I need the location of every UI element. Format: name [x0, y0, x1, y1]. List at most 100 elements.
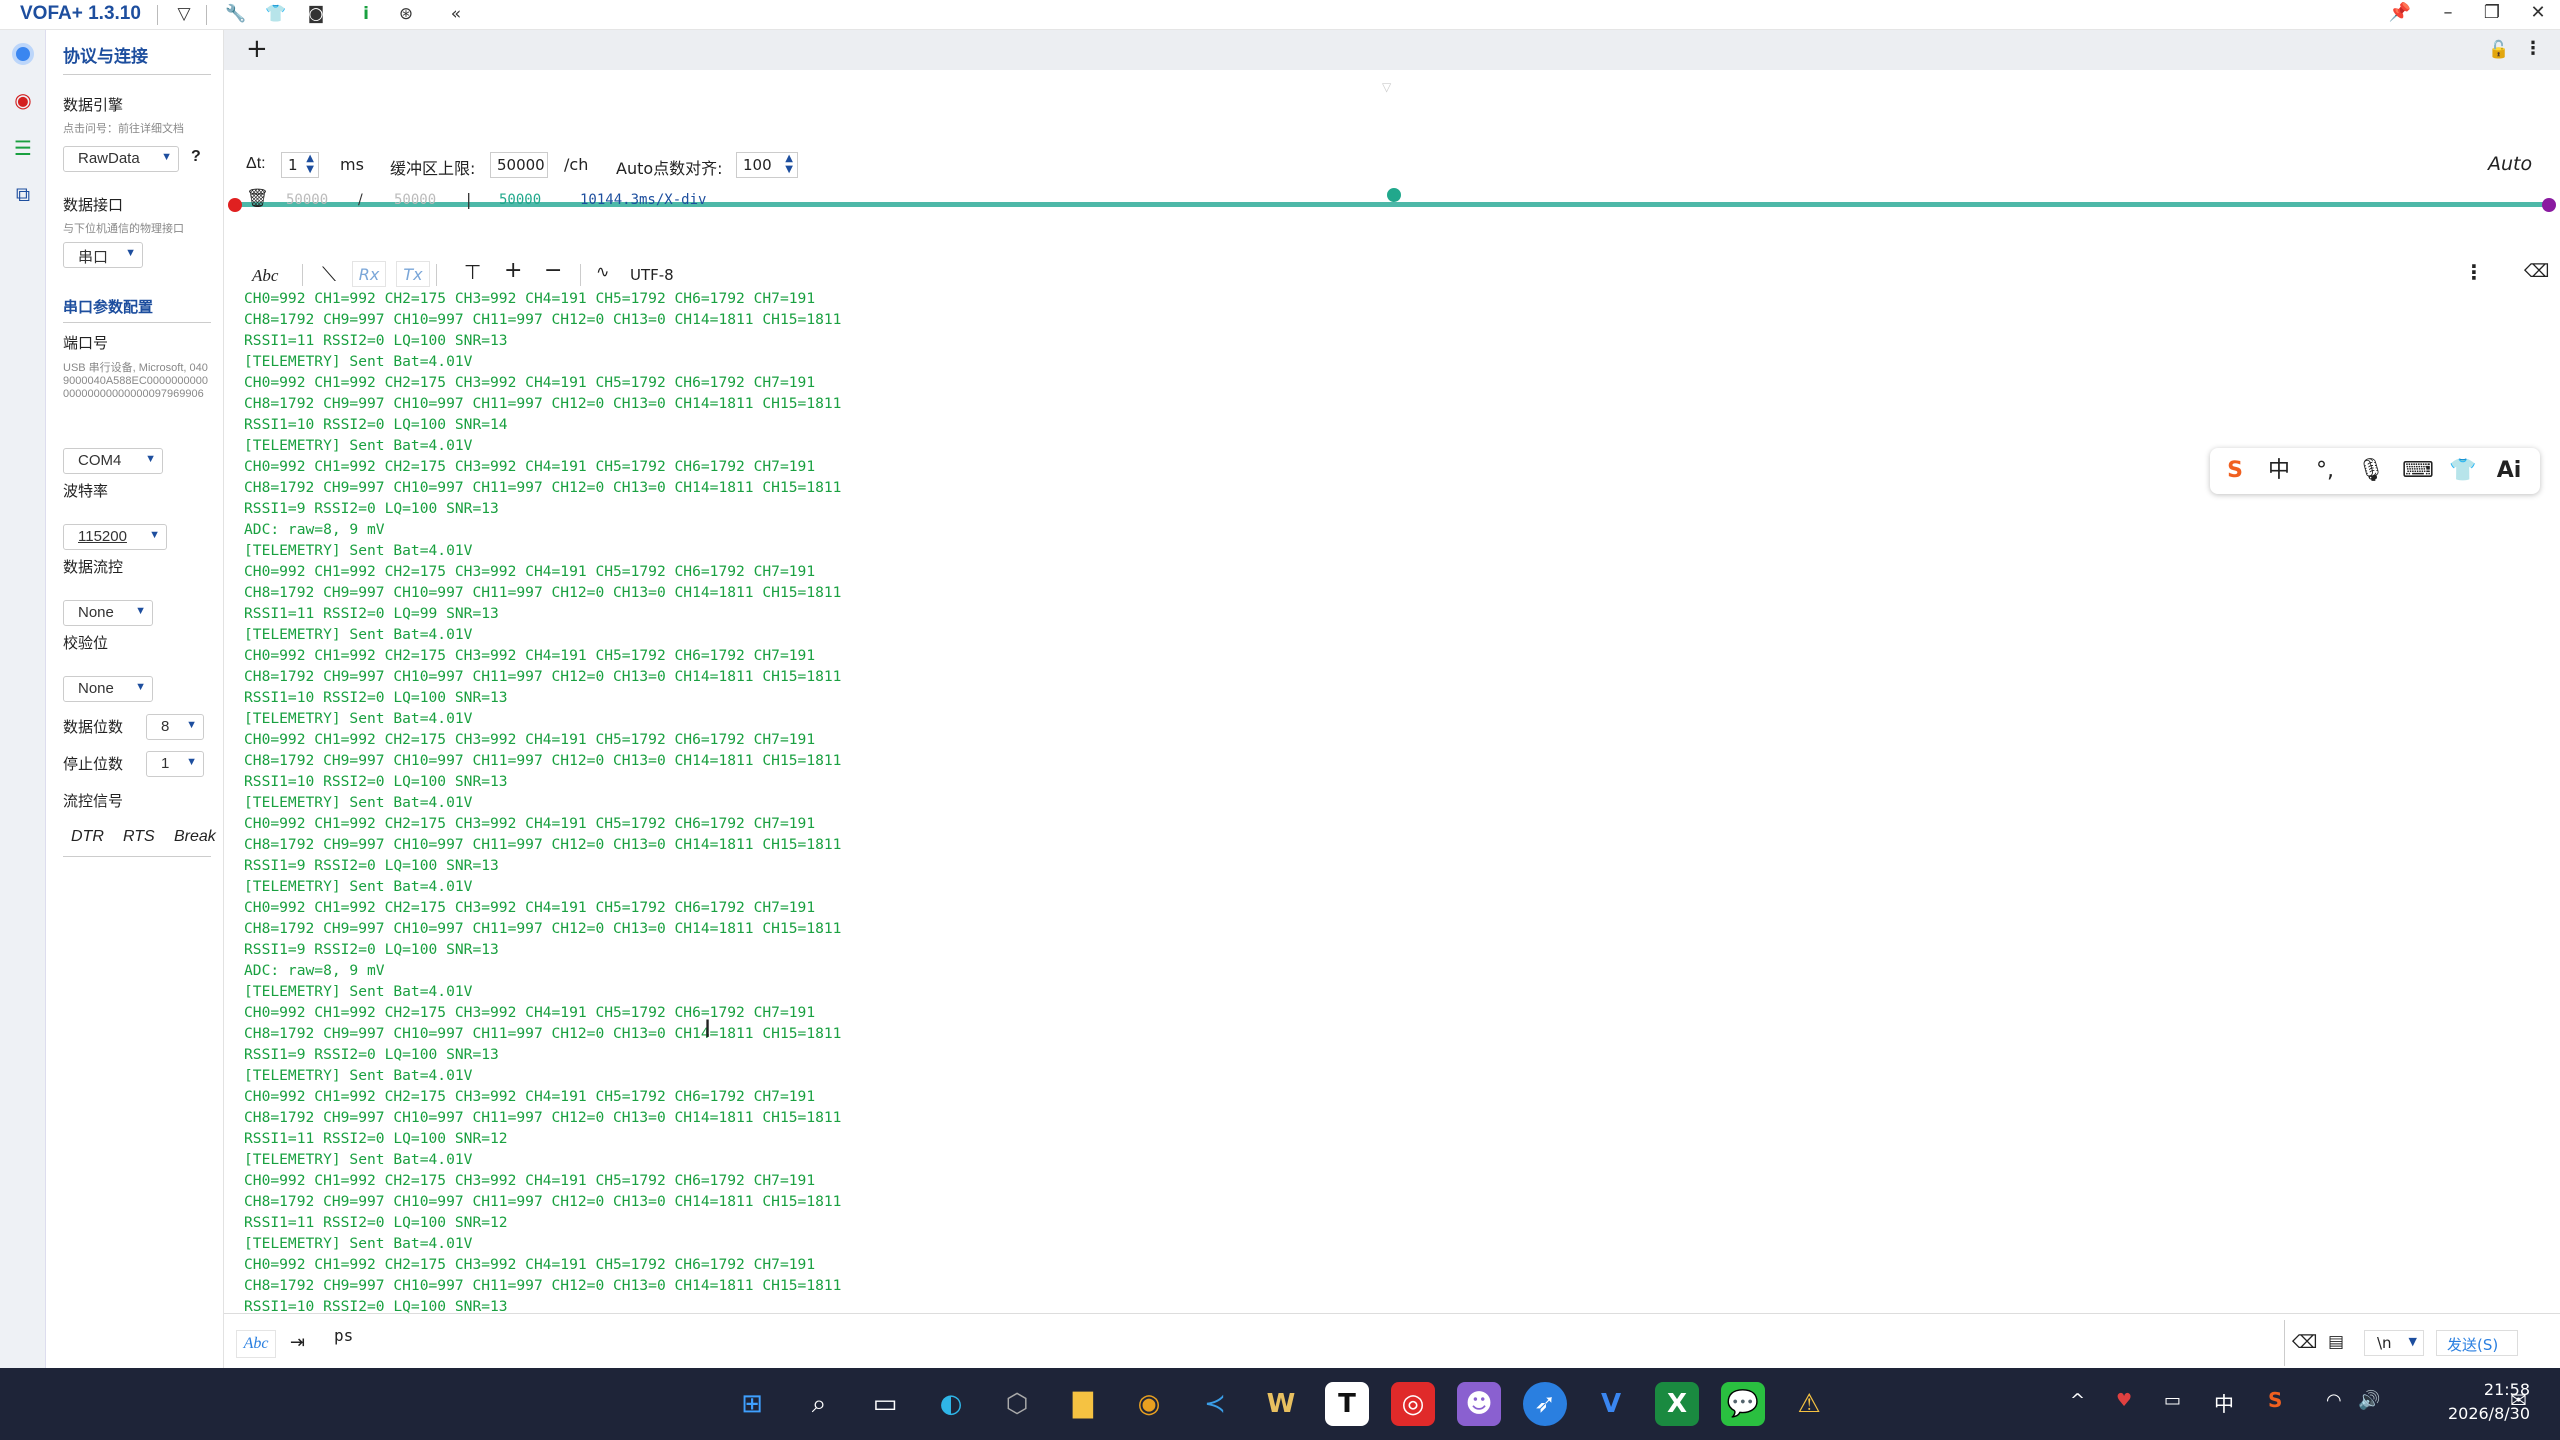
wrench-icon[interactable]: 🔧	[224, 4, 248, 24]
minimize-icon[interactable]: –	[2434, 2, 2462, 23]
microphone-icon[interactable]: 🎙	[2356, 456, 2386, 486]
ai-icon[interactable]: Ai	[2494, 456, 2524, 486]
vofa-icon[interactable]: V	[1589, 1382, 1633, 1426]
dt-input[interactable]: 1 ▲ ▼	[281, 152, 319, 178]
zoom-out-icon[interactable]: −	[544, 258, 562, 283]
buffer-label: 缓冲区上限:	[390, 159, 476, 178]
eraser-icon[interactable]: ⌫	[2524, 261, 2549, 282]
wrap-icon[interactable]: ⊤	[464, 260, 481, 284]
tray-display-icon[interactable]: ▭	[2164, 1390, 2181, 1411]
newline-select[interactable]: \n ▼	[2364, 1330, 2424, 1356]
stopbits-select[interactable]: 1 ▼	[146, 751, 204, 777]
keyboard-icon[interactable]: ⌨	[2402, 456, 2434, 486]
terminal-output[interactable]: CH0=992 CH1=992 CH2=175 CH3=992 CH4=191 …	[244, 288, 2524, 1318]
wifi-icon[interactable]: ◠	[2326, 1390, 2342, 1411]
tray-ime[interactable]: 中	[2214, 1388, 2234, 1417]
task-view-icon[interactable]: ▭	[863, 1382, 907, 1426]
sogou-icon[interactable]: S	[2220, 456, 2250, 486]
waveform-icon[interactable]: ∿	[596, 262, 609, 281]
spinner-icon[interactable]: ▲ ▼	[785, 153, 793, 175]
shirt-icon[interactable]: 👕	[264, 4, 288, 24]
widgets-icon[interactable]: ⬡	[995, 1382, 1039, 1426]
baud-select[interactable]: 115200 ▼	[63, 524, 167, 550]
trash-icon[interactable]: 🗑	[246, 188, 269, 209]
encoding-select[interactable]: UTF-8	[630, 266, 674, 284]
splitter-handle-icon[interactable]: ▽	[1382, 80, 1391, 94]
flow-select[interactable]: None ▼	[63, 600, 153, 626]
range-start-handle[interactable]	[228, 198, 242, 212]
wps-icon[interactable]: W	[1259, 1382, 1303, 1426]
parity-label: 校验位	[63, 635, 109, 652]
ime-mode[interactable]: 中	[2264, 456, 2294, 486]
break-toggle[interactable]: Break	[174, 828, 216, 846]
engine-select[interactable]: RawData ▼	[63, 146, 179, 172]
capture-icon[interactable]: ◙	[304, 4, 328, 24]
history-icon[interactable]: ▤	[2328, 1332, 2344, 1352]
vofa-logo-icon[interactable]: ▽	[172, 4, 196, 24]
range-center-handle[interactable]	[1387, 188, 1401, 202]
tray-expand-icon[interactable]: ^	[2070, 1390, 2085, 1411]
skin-icon[interactable]: 👕	[2448, 456, 2478, 486]
range-end-handle[interactable]	[2542, 198, 2556, 212]
rts-toggle[interactable]: RTS	[123, 828, 155, 846]
terminal-line: [TELEMETRY] Sent Bat=4.01V	[244, 878, 473, 895]
warning-icon[interactable]: ⚠	[1787, 1382, 1831, 1426]
divider	[63, 856, 211, 857]
punctuation-icon[interactable]: °,	[2310, 456, 2340, 486]
send-file-icon[interactable]: ⇥	[290, 1332, 305, 1353]
zoom-in-icon[interactable]: +	[504, 258, 522, 283]
typora-icon[interactable]: T	[1325, 1382, 1369, 1426]
notification-icon[interactable]: ✉	[2510, 1388, 2527, 1412]
feishu-icon[interactable]: ➶	[1523, 1382, 1567, 1426]
port-select[interactable]: COM4 ▼	[63, 448, 163, 474]
windows-icon[interactable]: ⧉	[9, 180, 37, 208]
windows-start-icon[interactable]: ⊞	[730, 1382, 774, 1426]
terminal-line: CH8=1792 CH9=997 CH10=997 CH11=997 CH12=…	[244, 1277, 842, 1294]
flow-label: 数据流控	[63, 559, 124, 576]
rx-toggle[interactable]: Rx	[352, 261, 386, 287]
tx-toggle[interactable]: Tx	[396, 261, 430, 287]
tray-sogou-icon[interactable]: S	[2268, 1388, 2282, 1412]
edge-icon[interactable]: ◐	[929, 1382, 973, 1426]
add-tab-button[interactable]: +	[246, 34, 268, 64]
abc-toggle[interactable]: Abc	[252, 266, 278, 286]
file-explorer-icon[interactable]: ▇	[1061, 1382, 1105, 1426]
chrome-icon[interactable]: ◉	[1127, 1382, 1171, 1426]
dtr-toggle[interactable]: DTR	[71, 828, 104, 846]
databits-select[interactable]: 8 ▼	[146, 714, 204, 740]
record-icon[interactable]: ◉	[9, 86, 37, 114]
info-icon[interactable]: i	[354, 4, 378, 24]
flow-value: None	[78, 604, 114, 621]
close-icon[interactable]: ✕	[2524, 2, 2552, 23]
netease-music-icon[interactable]: ◎	[1391, 1382, 1435, 1426]
tray-app-icon[interactable]: ♥	[2116, 1390, 2132, 1411]
pin-icon[interactable]: 📌	[2386, 2, 2414, 23]
interface-select[interactable]: 串口 ▼	[63, 242, 143, 268]
clear-send-icon[interactable]: ⌫	[2292, 1332, 2317, 1353]
excel-icon[interactable]: X	[1655, 1382, 1699, 1426]
terminal-line: CH8=1792 CH9=997 CH10=997 CH11=997 CH12=…	[244, 836, 842, 853]
restore-icon[interactable]: ❐	[2478, 2, 2506, 23]
vscode-icon[interactable]: ≺	[1193, 1382, 1237, 1426]
auto-align-input[interactable]: 100 ▲ ▼	[736, 152, 798, 178]
cat-app-icon[interactable]: ☻	[1457, 1382, 1501, 1426]
auto-mode[interactable]: Auto	[2488, 153, 2532, 175]
fingerprint-icon[interactable]: ⊛	[394, 4, 418, 24]
volume-icon[interactable]: 🔊	[2358, 1390, 2380, 1411]
parity-select[interactable]: None ▼	[63, 676, 153, 702]
wechat-icon[interactable]: 💬	[1721, 1382, 1765, 1426]
connection-icon[interactable]	[9, 40, 37, 68]
timestamp-icon[interactable]: ⟍	[322, 262, 336, 286]
lock-icon[interactable]: 🔓	[2488, 40, 2509, 60]
send-button[interactable]: 发送(S)	[2436, 1330, 2518, 1356]
help-button[interactable]: ?	[191, 148, 201, 166]
layers-icon[interactable]: ☰	[9, 134, 37, 162]
more-icon[interactable]: ⋮	[2464, 260, 2484, 284]
buffer-input[interactable]: 50000	[490, 152, 548, 178]
send-abc-toggle[interactable]: Abc	[236, 1330, 276, 1358]
more-icon[interactable]: ⋮	[2524, 38, 2542, 59]
engine-value: RawData	[78, 150, 140, 167]
collapse-icon[interactable]: «	[444, 4, 468, 24]
spinner-icon[interactable]: ▲ ▼	[306, 153, 314, 175]
search-icon[interactable]: ⌕	[797, 1382, 841, 1426]
